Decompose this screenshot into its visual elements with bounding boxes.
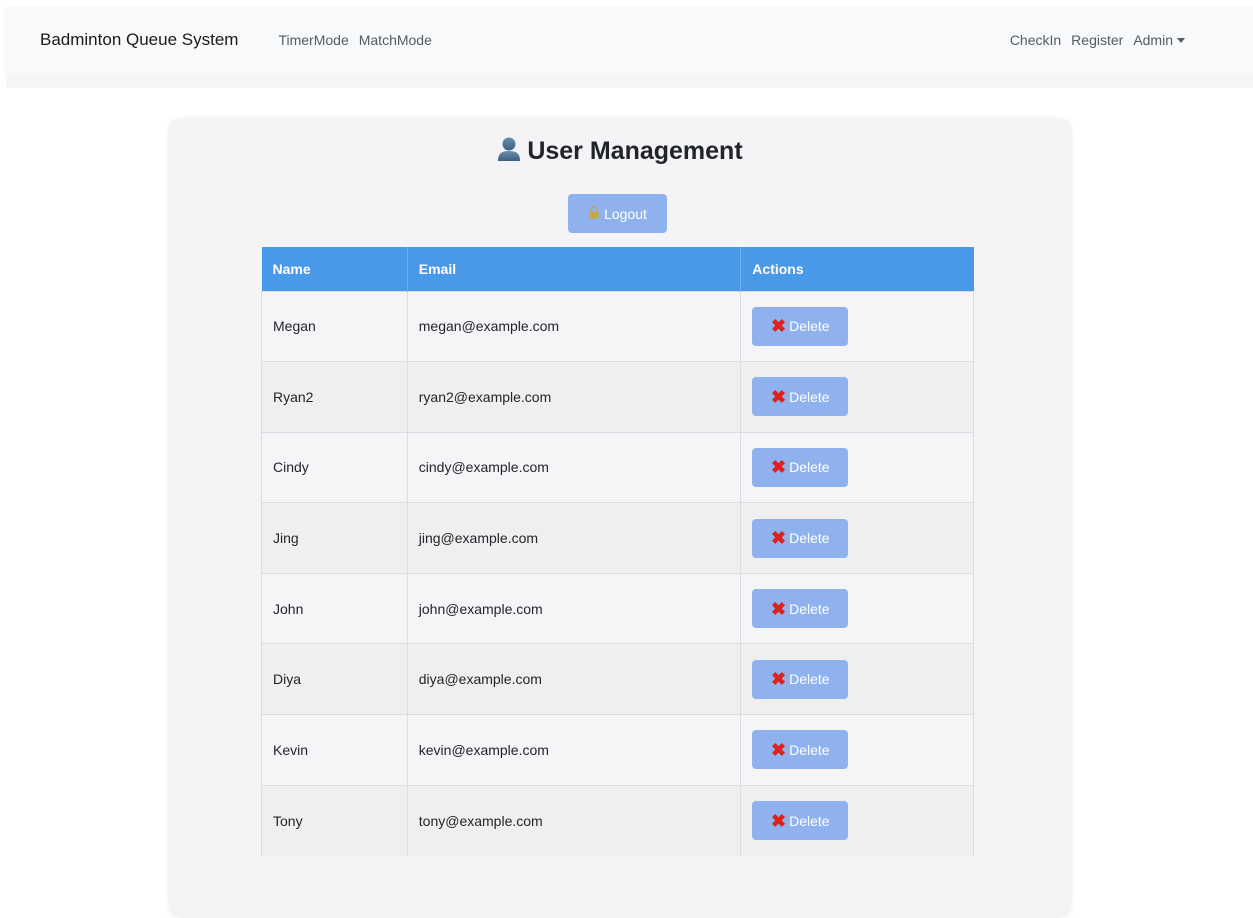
delete-button[interactable]: ✖ Delete: [752, 801, 849, 841]
table-row: Tony tony@example.com ✖ Delete: [261, 784, 974, 856]
user-email: ryan2@example.com: [407, 361, 742, 433]
user-email: cindy@example.com: [407, 431, 742, 503]
delete-button[interactable]: ✖ Delete: [752, 659, 849, 699]
page-title-text: User Management: [527, 137, 743, 165]
table-row: Ryan2 ryan2@example.com ✖ Delete: [261, 361, 974, 433]
table-row: Jing jing@example.com ✖ Delete: [261, 502, 974, 574]
navbar-shadow-strip: [6, 74, 1253, 88]
delete-label: Delete: [789, 318, 830, 335]
x-mark-icon: ✖: [771, 810, 787, 831]
delete-button[interactable]: ✖ Delete: [752, 730, 849, 770]
nav-link-checkin[interactable]: CheckIn: [1010, 32, 1061, 48]
delete-label: Delete: [789, 459, 830, 476]
user-email: tony@example.com: [407, 784, 742, 856]
admin-label: Admin: [1133, 32, 1173, 48]
x-mark-icon: ✖: [771, 457, 787, 478]
nav-link-matchmode[interactable]: MatchMode: [359, 32, 432, 48]
user-email: megan@example.com: [407, 290, 742, 362]
user-silhouette-icon: [497, 136, 521, 162]
delete-label: Delete: [789, 388, 830, 405]
delete-button[interactable]: ✖ Delete: [752, 447, 849, 487]
delete-button[interactable]: ✖ Delete: [752, 589, 849, 629]
x-mark-icon: ✖: [771, 669, 787, 690]
delete-label: Delete: [789, 741, 830, 758]
x-mark-icon: ✖: [771, 316, 787, 337]
delete-button[interactable]: ✖ Delete: [752, 306, 849, 346]
admin-dropdown-toggle[interactable]: Admin: [1133, 32, 1185, 48]
x-mark-icon: ✖: [771, 528, 787, 549]
table-header-row: Name Email Actions: [261, 247, 974, 291]
user-name: Cindy: [261, 431, 408, 503]
delete-button[interactable]: ✖ Delete: [752, 518, 849, 558]
table-row: Kevin kevin@example.com ✖ Delete: [261, 714, 974, 786]
table-row: Cindy cindy@example.com ✖ Delete: [261, 431, 974, 503]
user-email: kevin@example.com: [407, 714, 742, 786]
user-email: diya@example.com: [407, 643, 742, 715]
user-name: Tony: [261, 784, 408, 856]
delete-label: Delete: [789, 530, 830, 547]
delete-label: Delete: [789, 600, 830, 617]
table-row: Diya diya@example.com ✖ Delete: [261, 643, 974, 715]
x-mark-icon: ✖: [771, 386, 787, 407]
actions-cell: ✖ Delete: [740, 784, 974, 856]
top-navbar: Badminton Queue System TimerMode MatchMo…: [6, 6, 1253, 74]
user-name: Kevin: [261, 714, 408, 786]
lock-icon: [588, 205, 600, 222]
caret-down-icon: [1177, 38, 1185, 43]
table-row: John john@example.com ✖ Delete: [261, 572, 974, 644]
users-table: Name Email Actions Megan megan@example.c…: [261, 247, 974, 856]
nav-left-links: TimerMode MatchMode: [278, 32, 431, 48]
x-mark-icon: ✖: [771, 598, 787, 619]
nav-link-timermode[interactable]: TimerMode: [278, 32, 348, 48]
user-name: Diya: [261, 643, 408, 715]
user-email: john@example.com: [407, 572, 742, 644]
page-title: User Management: [0, 136, 1240, 166]
actions-cell: ✖ Delete: [740, 502, 974, 574]
actions-cell: ✖ Delete: [740, 431, 974, 503]
header-email: Email: [407, 247, 742, 291]
actions-cell: ✖ Delete: [740, 643, 974, 715]
delete-label: Delete: [789, 671, 830, 688]
delete-button[interactable]: ✖ Delete: [752, 377, 849, 417]
header-actions: Actions: [740, 247, 974, 291]
logout-button[interactable]: Logout: [568, 194, 667, 233]
user-name: Megan: [261, 290, 408, 362]
user-name: Ryan2: [261, 361, 408, 433]
nav-right-links: CheckIn Register Admin: [1010, 32, 1185, 48]
user-email: jing@example.com: [407, 502, 742, 574]
nav-link-register[interactable]: Register: [1071, 32, 1123, 48]
x-mark-icon: ✖: [771, 739, 787, 760]
table-row: Megan megan@example.com ✖ Delete: [261, 290, 974, 362]
brand-link[interactable]: Badminton Queue System: [40, 30, 238, 50]
delete-label: Delete: [789, 812, 830, 829]
actions-cell: ✖ Delete: [740, 714, 974, 786]
actions-cell: ✖ Delete: [740, 361, 974, 433]
user-name: Jing: [261, 502, 408, 574]
header-name: Name: [261, 247, 408, 291]
logout-label: Logout: [604, 205, 647, 222]
actions-cell: ✖ Delete: [740, 290, 974, 362]
actions-cell: ✖ Delete: [740, 572, 974, 644]
user-name: John: [261, 572, 408, 644]
